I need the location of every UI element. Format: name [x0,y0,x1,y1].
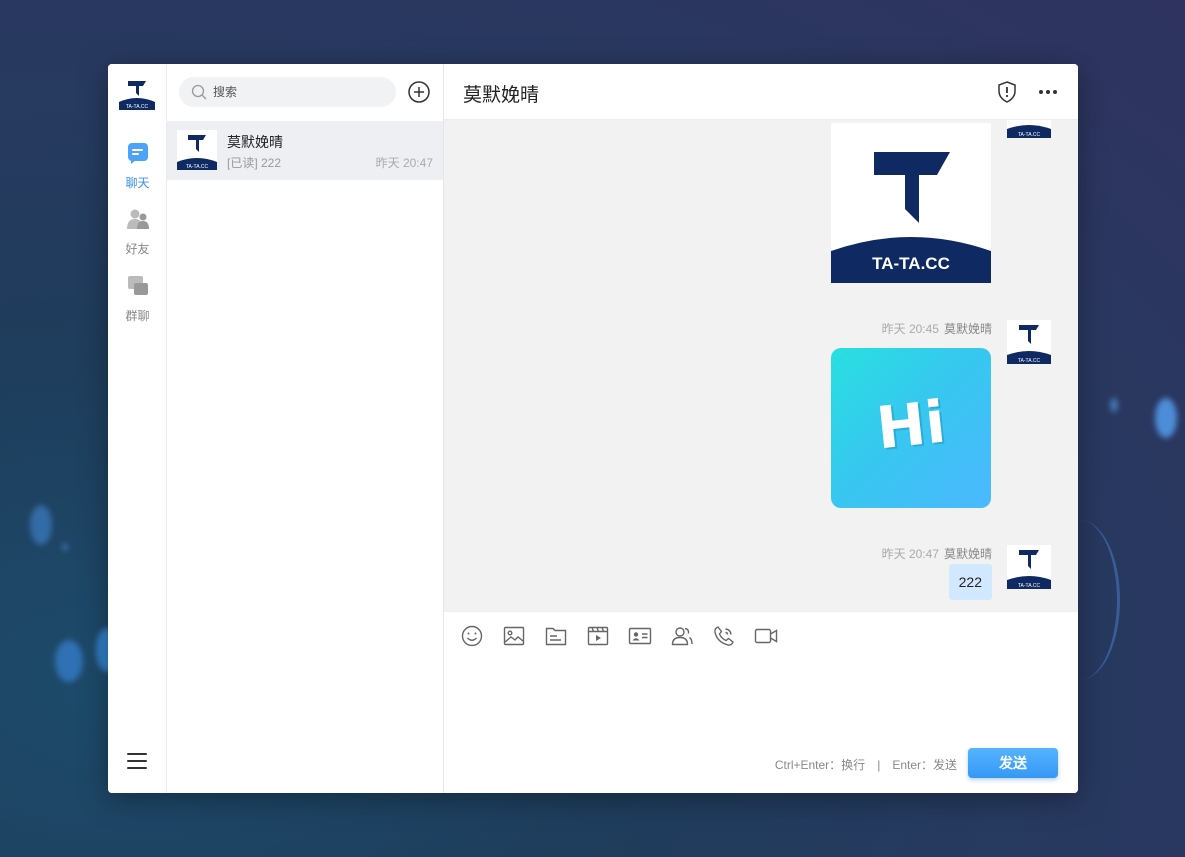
avatar: TA-TA.CC [1007,545,1051,589]
message-meta: 昨天 20:45 莫默娩晴 [881,322,992,336]
nav-rail: TA-TA.CC 聊天 好友 群聊 [108,64,167,793]
message-input[interactable] [460,660,1060,730]
conversation-time: 昨天 20:47 [375,156,433,170]
group-chat-icon [127,276,148,295]
avatar: TA-TA.CC [1007,320,1051,364]
chat-title: 莫默娩晴 [463,85,540,106]
video-file-icon[interactable] [586,624,610,648]
message-image-hi-sticker[interactable]: Hi [831,348,991,508]
search-box[interactable] [179,77,396,107]
svg-text:TA-TA.CC: TA-TA.CC [1018,358,1041,364]
shield-icon[interactable] [997,81,1017,103]
video-call-icon[interactable] [754,624,778,648]
nav-item-groups[interactable]: 群聊 [108,275,167,324]
friends-icon [126,209,149,229]
message-meta: 昨天 20:47 莫默娩晴 [881,547,992,561]
svg-text:TA-TA.CC: TA-TA.CC [1018,132,1041,138]
nav-item-label: 好友 [125,242,150,256]
chat-icon [127,143,148,164]
composer-toolbar [460,624,796,648]
composer: Ctrl+Enter：换行 | Enter：发送 发送 [444,611,1078,793]
conversation-list-panel: TA-TA.CC 莫默娩晴 [已读] 222 昨天 20:47 [167,64,444,793]
keyboard-hint: Ctrl+Enter：换行 | Enter：发送 [774,758,957,772]
add-icon[interactable] [407,80,431,104]
contact-card-icon[interactable] [628,624,652,648]
search-icon [191,84,207,100]
conversation-item[interactable]: TA-TA.CC 莫默娩晴 [已读] 222 昨天 20:47 [167,121,443,180]
nav-item-chat[interactable]: 聊天 [108,142,167,191]
svg-text:TA-TA.CC: TA-TA.CC [1018,583,1041,589]
avatar: TA-TA.CC [1007,120,1051,138]
svg-text:TA-TA.CC: TA-TA.CC [126,104,149,110]
chat-header: 莫默娩晴 [444,64,1078,120]
group-icon[interactable] [670,624,694,648]
chat-app-window: TA-TA.CC 聊天 好友 群聊 搜索 TA-TA.CC 莫默娩晴 [已读] … [108,64,1078,793]
file-icon[interactable] [544,624,568,648]
svg-text:TA-TA.CC: TA-TA.CC [186,164,209,170]
nav-item-label: 聊天 [125,176,150,190]
message-list: TA-TA.CC TA-TA.CC 昨天 20:45 莫默娩晴 TA-TA.CC … [444,120,1078,611]
nav-item-friends[interactable]: 好友 [108,208,167,257]
emoji-icon[interactable] [460,624,484,648]
nav-item-label: 群聊 [125,309,150,323]
app-logo: TA-TA.CC [119,81,155,110]
conversation-name: 莫默娩晴 [227,134,283,150]
send-button[interactable]: 发送 [968,748,1058,778]
image-icon[interactable] [502,624,526,648]
voice-call-icon[interactable] [712,624,736,648]
menu-icon[interactable] [127,753,147,769]
conversation-preview: [已读] 222 [227,156,282,170]
more-icon[interactable] [1037,83,1059,101]
message-image-logo[interactable]: TA-TA.CC [831,123,991,283]
search-input[interactable] [213,85,383,99]
svg-text:TA-TA.CC: TA-TA.CC [872,254,950,273]
avatar: TA-TA.CC [177,130,217,170]
chat-panel: 莫默娩晴 TA-TA.CC TA-TA.CC 昨天 20:45 莫默娩晴 TA-… [444,64,1078,793]
message-bubble[interactable]: 222 [948,564,992,600]
